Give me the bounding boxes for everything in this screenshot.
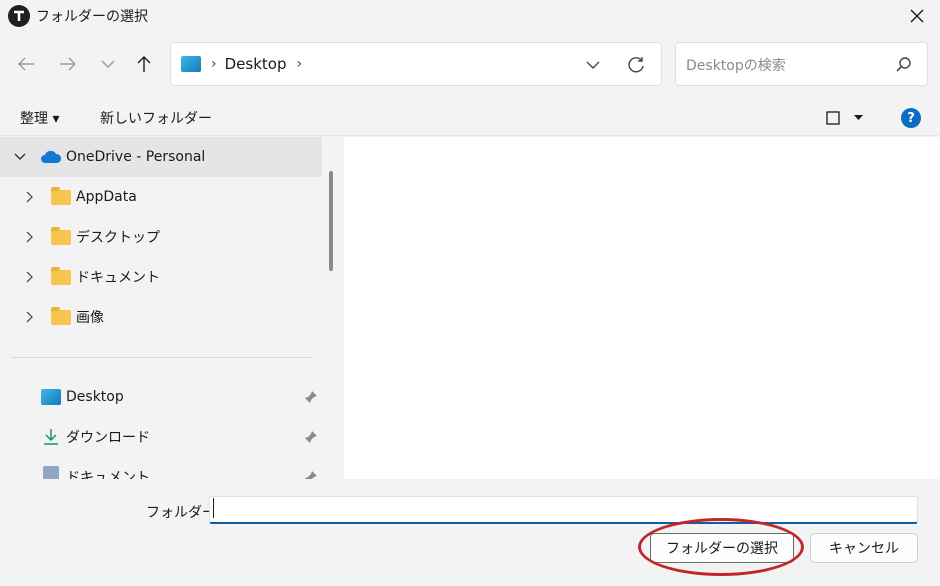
chevron-right-icon[interactable] [22, 269, 38, 285]
arrow-left-icon [18, 57, 34, 71]
view-options-button[interactable] [826, 108, 868, 128]
select-folder-button[interactable]: フォルダーの選択 [650, 533, 794, 563]
cancel-button[interactable]: キャンセル [810, 533, 918, 563]
refresh-icon [628, 57, 644, 73]
forward-button[interactable] [56, 52, 80, 76]
tree-item-onedrive[interactable]: OneDrive - Personal [0, 137, 322, 177]
tree-item-pictures-folder[interactable]: 画像 [0, 297, 322, 337]
search-icon[interactable] [895, 56, 913, 74]
pane-divider [11, 357, 313, 358]
chevron-right-icon[interactable] [22, 229, 38, 245]
recent-locations-button[interactable] [96, 52, 120, 76]
document-icon [43, 466, 59, 479]
breadcrumb-separator-trailing[interactable]: › [296, 56, 302, 72]
quick-access-documents[interactable]: ドキュメント [0, 457, 322, 479]
up-button[interactable] [132, 52, 156, 76]
text-caret [213, 498, 214, 518]
tree-item-label: ドキュメント [66, 470, 150, 479]
onedrive-cloud-icon [40, 150, 62, 168]
pin-icon[interactable] [304, 470, 318, 479]
tree-item-label: OneDrive - Personal [66, 149, 206, 165]
chevron-right-icon[interactable] [22, 189, 38, 205]
tree-item-label: AppData [76, 189, 137, 205]
desktop-icon [181, 56, 201, 72]
app-logo-icon [8, 5, 30, 27]
arrow-right-icon [60, 57, 76, 71]
tree-item-appdata[interactable]: AppData [0, 177, 322, 217]
download-icon [42, 428, 60, 450]
search-placeholder[interactable]: Desktopの検索 [686, 55, 786, 75]
dialog-footer: フォルダー: フォルダーの選択 キャンセル [0, 479, 940, 586]
pin-icon[interactable] [304, 390, 318, 404]
tree-item-label: デスクトップ [76, 230, 160, 246]
refresh-button[interactable] [625, 54, 647, 76]
desktop-icon [41, 389, 61, 405]
close-icon [910, 9, 924, 23]
window-title: フォルダーの選択 [36, 9, 148, 25]
help-button[interactable]: ? [901, 108, 921, 128]
chevron-down-icon [586, 61, 600, 69]
chevron-down-icon[interactable] [12, 149, 28, 165]
tree-item-label: 画像 [76, 310, 104, 326]
tree-item-label: ダウンロード [66, 430, 150, 446]
quick-access-downloads[interactable]: ダウンロード [0, 417, 322, 457]
folder-input[interactable] [209, 496, 918, 524]
folder-icon [51, 267, 71, 285]
navigation-pane: OneDrive - Personal AppData デスクトップ ドキュメン… [0, 137, 344, 479]
title-bar: フォルダーの選択 [0, 0, 940, 32]
folder-icon [51, 227, 71, 245]
tree-item-desktop-folder[interactable]: デスクトップ [0, 217, 322, 257]
pin-icon[interactable] [304, 430, 318, 444]
new-folder-button[interactable]: 新しいフォルダー [100, 108, 212, 128]
organize-menu[interactable]: 整理 ▾ [20, 108, 59, 128]
breadcrumb-separator: › [211, 56, 217, 72]
navigation-scrollbar[interactable] [329, 171, 333, 271]
folder-icon [51, 187, 71, 205]
folder-icon [51, 307, 71, 325]
folder-content-area[interactable] [344, 137, 940, 479]
tree-item-documents-folder[interactable]: ドキュメント [0, 257, 322, 297]
search-box[interactable]: Desktopの検索 [675, 42, 928, 86]
arrow-up-icon [137, 56, 151, 72]
quick-access-desktop[interactable]: Desktop [0, 377, 322, 417]
close-button[interactable] [904, 4, 930, 28]
view-square-icon [826, 111, 840, 125]
address-dropdown-button[interactable] [583, 55, 603, 75]
chevron-right-icon[interactable] [22, 309, 38, 325]
address-bar[interactable]: › Desktop › [170, 42, 662, 86]
tree-item-label: Desktop [66, 389, 124, 405]
breadcrumb-desktop[interactable]: Desktop [225, 55, 287, 73]
command-bar: 整理 ▾ 新しいフォルダー [0, 98, 940, 136]
chevron-down-icon [101, 60, 115, 68]
back-button[interactable] [14, 52, 38, 76]
tree-item-label: ドキュメント [76, 270, 160, 286]
caret-down-icon [854, 115, 863, 120]
